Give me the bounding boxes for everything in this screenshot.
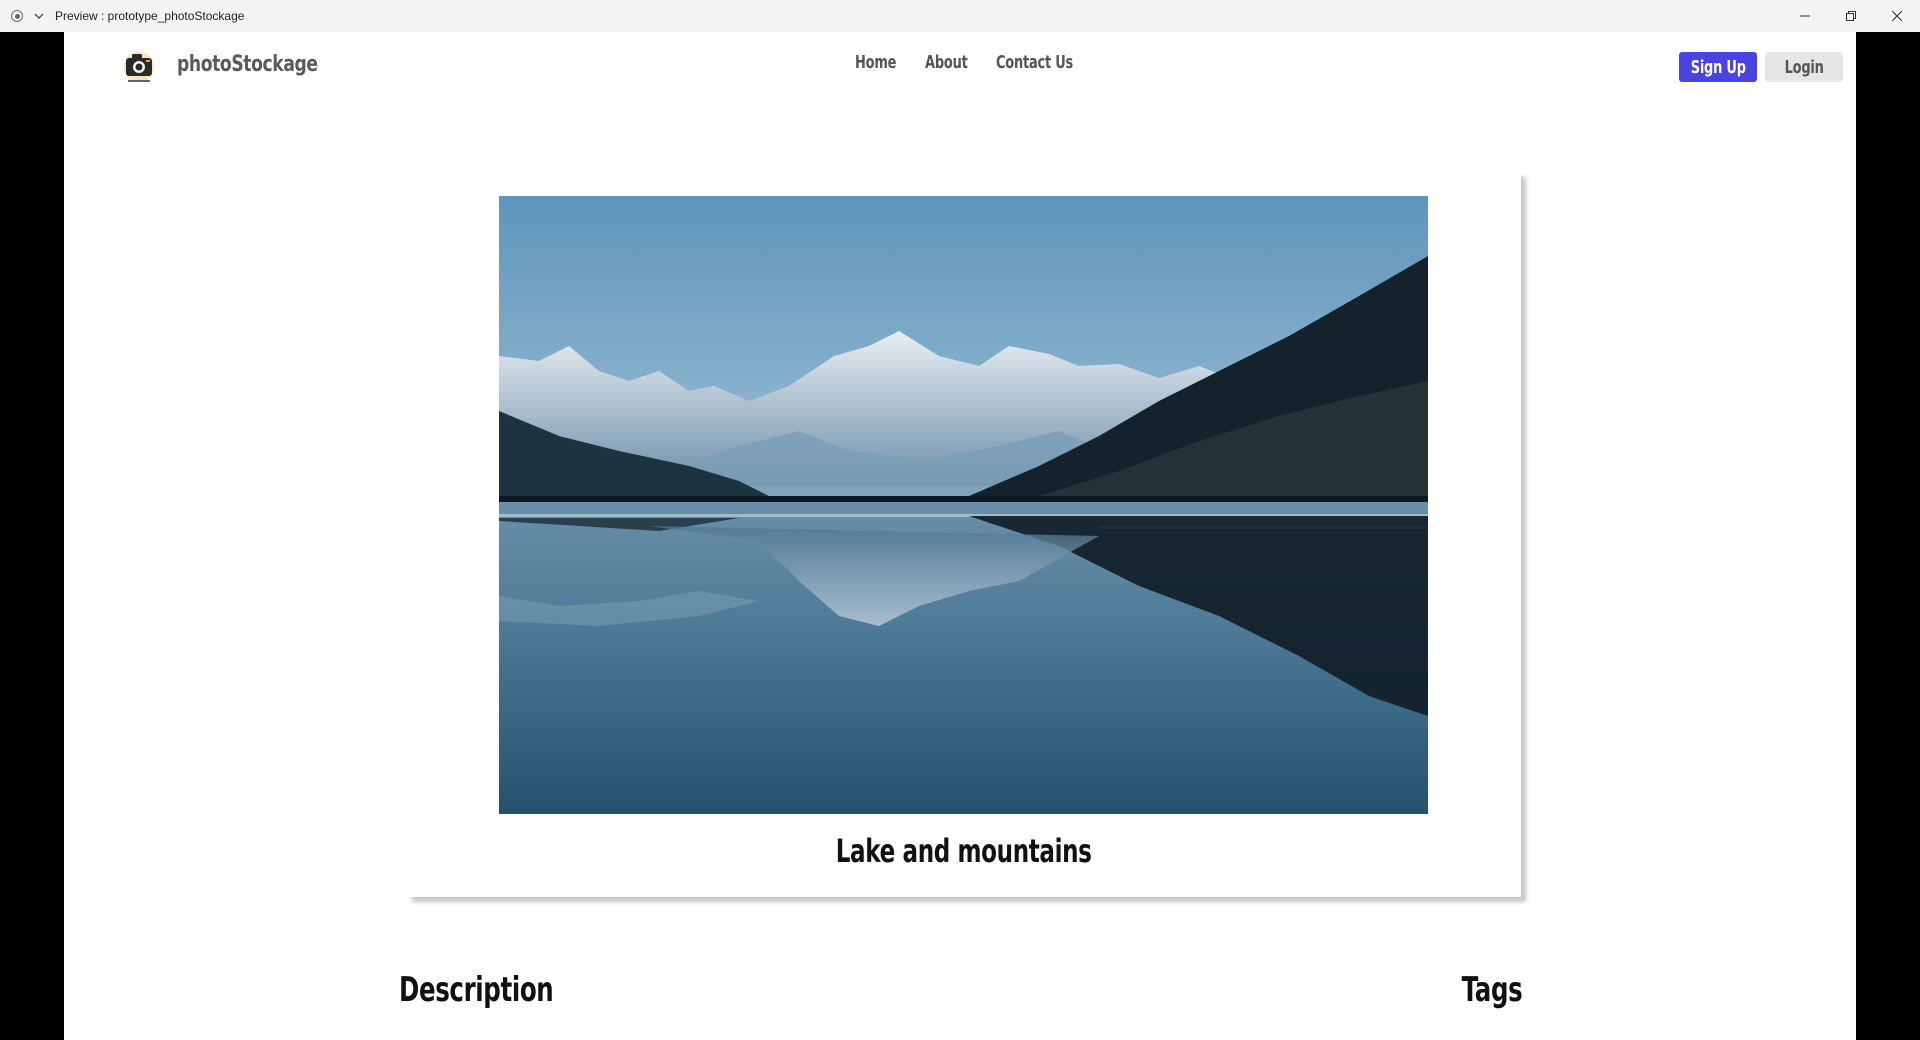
signup-label: Sign Up xyxy=(1690,56,1746,78)
page: photoStockage Home About Contact Us Sign… xyxy=(64,32,1856,1040)
nav-about[interactable]: About xyxy=(925,52,968,73)
signup-button[interactable]: Sign Up xyxy=(1679,52,1757,82)
record-icon[interactable] xyxy=(11,10,23,22)
window-titlebar: Preview : prototype_photoStockage xyxy=(0,0,1920,32)
nav-home[interactable]: Home xyxy=(855,52,896,73)
photo-image[interactable] xyxy=(499,196,1428,814)
nav-contact-us[interactable]: Contact Us xyxy=(996,52,1073,73)
login-button[interactable]: Login xyxy=(1765,52,1843,82)
close-icon[interactable] xyxy=(1874,0,1920,32)
tags-heading: Tags xyxy=(1438,970,1522,1010)
description-heading: Description xyxy=(399,970,613,1010)
window-title: Preview : prototype_photoStockage xyxy=(55,9,245,23)
photo-caption: Lake and mountains xyxy=(407,832,1521,870)
window-controls xyxy=(1782,0,1920,32)
login-label: Login xyxy=(1784,56,1824,78)
restore-icon[interactable] xyxy=(1828,0,1874,32)
photo-caption-text: Lake and mountains xyxy=(836,832,1092,870)
tags-heading-text: Tags xyxy=(1461,970,1522,1010)
description-heading-text: Description xyxy=(399,970,554,1010)
chevron-down-icon[interactable] xyxy=(33,10,45,22)
main-nav: Home About Contact Us xyxy=(64,52,1856,82)
minimize-icon[interactable] xyxy=(1782,0,1828,32)
